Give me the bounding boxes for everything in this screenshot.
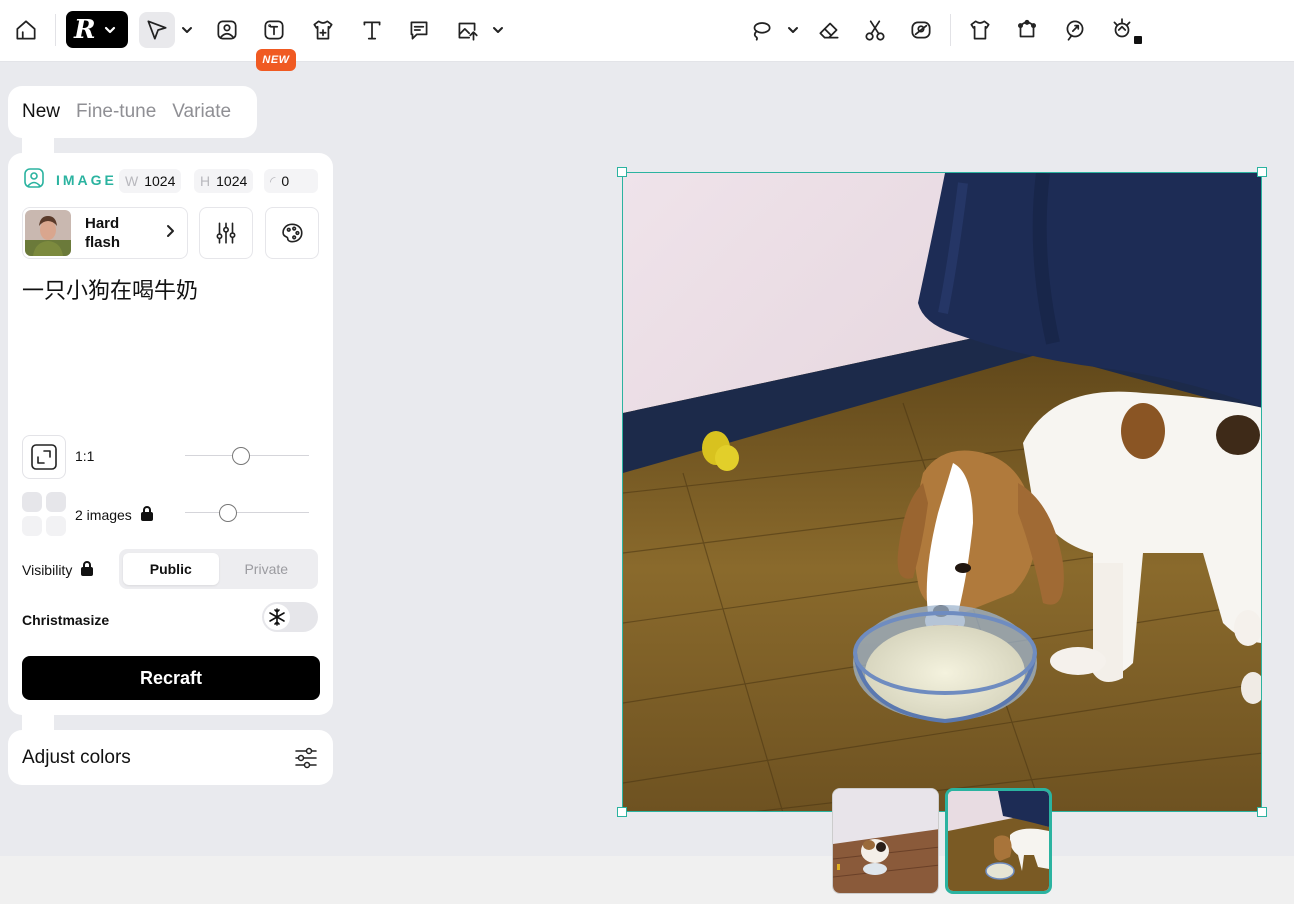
text-to-image-icon[interactable] [256,12,292,48]
lasso-icon[interactable] [743,12,779,48]
images-count-slider[interactable] [185,503,309,523]
creative-upscale-icon[interactable] [1057,12,1093,48]
toggle-knob [264,604,290,630]
mockup-shirt-icon[interactable] [305,12,341,48]
rotation-value: 0 [281,173,290,189]
thumbnail-image [948,791,1049,891]
lock-icon [140,505,154,524]
visibility-toggle: Public Private [119,549,318,589]
mode-tabs: New Fine-tune Variate [8,86,257,138]
adjust-colors-panel[interactable]: Adjust colors [8,730,333,785]
chevron-down-icon[interactable] [180,20,194,40]
aspect-ratio-icon [31,444,57,470]
resize-handle-bottom-left[interactable] [617,807,627,817]
settings-sliders-button[interactable] [199,207,253,259]
chevron-down-icon[interactable] [786,20,800,40]
height-key: H [200,173,211,189]
chevron-down-icon [104,26,115,33]
height-field[interactable]: H 1024 [194,169,254,193]
adjust-sliders-icon[interactable] [293,745,319,771]
resize-handle-top-right[interactable] [1257,167,1267,177]
aspect-ratio-label: 1:1 [75,448,95,464]
christmasize-label: Christmasize [22,612,110,628]
slider-knob[interactable] [219,504,238,522]
scissors-icon[interactable] [857,12,893,48]
canvas-image[interactable] [622,172,1262,812]
visibility-public-option[interactable]: Public [123,553,219,585]
recraft-generate-button[interactable]: Recraft [22,656,320,700]
new-badge: NEW [256,49,296,71]
chevron-right-icon [163,224,177,243]
vectorize-icon[interactable] [1009,12,1045,48]
image-icon [22,166,46,195]
slider-knob[interactable] [231,447,250,465]
image-type-label: IMAGE [56,172,117,188]
palette-icon [282,223,303,243]
eraser-icon[interactable] [811,12,847,48]
toolbar-divider [55,14,56,46]
snowflake-icon [269,608,285,626]
style-thumbnail [25,210,71,256]
comment-icon[interactable] [401,12,437,48]
adjust-colors-label: Adjust colors [22,746,131,768]
app-logo-button[interactable]: R [66,11,128,48]
style-name: Hard flash [85,215,121,251]
visibility-private-option[interactable]: Private [219,553,315,585]
slider-track [185,512,309,513]
images-count-text: 2 images [75,506,132,523]
bottom-bar [0,856,1294,904]
visibility-label: Visibility [22,560,94,579]
remove-bg-icon[interactable] [903,12,939,48]
width-key: W [125,173,139,189]
text-icon[interactable] [354,12,390,48]
pointer-icon[interactable] [139,12,175,48]
thumbnail-image [833,789,938,893]
width-field[interactable]: W 1024 [119,169,182,193]
width-value: 1024 [144,173,176,189]
tshirt-icon[interactable] [962,12,998,48]
prompt-input[interactable]: 一只小狗在喝牛奶 [22,273,318,305]
style-selector[interactable]: Hard flash [22,207,188,259]
chevron-down-icon[interactable] [491,20,505,40]
images-count-icon [22,492,66,536]
christmasize-toggle[interactable] [262,602,318,632]
image-icon[interactable] [209,12,245,48]
image-type-row: IMAGE [22,167,117,193]
resize-handle-bottom-right[interactable] [1257,807,1267,817]
resize-handle-top-left[interactable] [617,167,627,177]
rotation-field[interactable]: ◜ 0 [264,169,318,193]
lock-icon [1134,36,1142,44]
variant-thumbnail[interactable] [832,788,939,894]
tab-variate[interactable]: Variate [172,101,231,123]
color-palette-button[interactable] [265,207,319,259]
variant-thumbnail-selected[interactable] [945,788,1052,894]
corner-radius-icon: ◜ [270,172,276,189]
images-count-label: 2 images [75,505,154,524]
lock-icon [80,560,94,579]
aspect-ratio-slider[interactable] [185,446,309,466]
recraft-logo-icon: R [74,14,96,45]
height-value: 1024 [216,173,248,189]
tab-fine-tune[interactable]: Fine-tune [76,101,156,123]
top-toolbar: R NEW [0,0,1294,71]
toolbar-divider [950,14,951,46]
aspect-ratio-button[interactable] [22,435,66,479]
generation-panel: IMAGE W 1024 H 1024 ◜ 0 Hard flash 一只小狗在… [8,153,333,715]
visibility-text: Visibility [22,561,73,578]
tab-new[interactable]: New [22,101,60,123]
sliders-icon [216,222,236,244]
upload-icon[interactable] [449,12,485,48]
home-icon[interactable] [8,12,44,48]
generated-image-puppy-drinking-milk [623,173,1261,811]
